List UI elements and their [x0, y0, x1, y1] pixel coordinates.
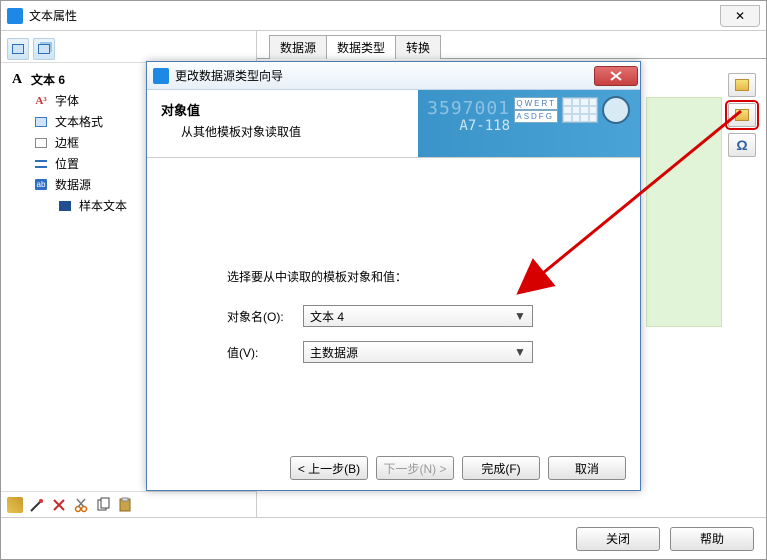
font-icon: A³ — [33, 94, 49, 108]
row-value: 值(V): 主数据源 ▼ — [227, 341, 610, 363]
main-window: 文本属性 ✕ A 文本 6 A³ 字体 文本 — [0, 0, 767, 560]
finish-button[interactable]: 完成(F) — [462, 456, 540, 480]
dialog-titlebar: 更改数据源类型向导 — [147, 62, 640, 90]
banner-decoration-number: 3597001 — [427, 98, 510, 119]
dialog-title: 更改数据源类型向导 — [175, 67, 283, 84]
keyboard-icon: ASDFG — [514, 110, 558, 123]
text-icon: A — [9, 73, 25, 87]
sample-icon — [57, 199, 73, 213]
tree-item-label: 数据源 — [55, 176, 91, 193]
delete-icon[interactable] — [51, 497, 67, 513]
border-icon — [33, 136, 49, 150]
value-label: 值(V): — [227, 344, 291, 361]
left-toolbar — [1, 35, 256, 63]
wizard-icon — [735, 79, 749, 91]
combo-value: 主数据源 — [310, 344, 358, 361]
cut-icon[interactable] — [73, 497, 89, 513]
wizard-dialog: 更改数据源类型向导 对象值 从其他模板对象读取值 3597001 A7-118 … — [146, 61, 641, 491]
object-label: 对象名(O): — [227, 308, 291, 325]
titlebar: 文本属性 ✕ — [1, 1, 766, 31]
tab-label: 数据类型 — [337, 41, 385, 55]
banner-decoration-a7: A7-118 — [459, 118, 510, 134]
cancel-button[interactable]: 取消 — [548, 456, 626, 480]
omega-icon: Ω — [736, 137, 747, 153]
chevron-down-icon: ▼ — [512, 309, 528, 323]
clock-icon — [602, 96, 630, 124]
paste-icon[interactable] — [117, 497, 133, 513]
combo-value: 文本 4 — [310, 308, 344, 325]
tree-item-label: 字体 — [55, 92, 79, 109]
bottom-toolbar — [1, 491, 257, 517]
side-icon-1[interactable] — [728, 73, 756, 97]
wand-icon[interactable] — [7, 497, 23, 513]
tree-item-label: 文本格式 — [55, 113, 103, 130]
tree-item-label: 样本文本 — [79, 197, 127, 214]
tree-root-label: 文本 6 — [31, 71, 65, 88]
textformat-icon — [33, 115, 49, 129]
tab-transform[interactable]: 转换 — [395, 35, 441, 59]
dialog-footer: < 上一步(B) 下一步(N) > 完成(F) 取消 — [290, 456, 626, 480]
toolbar-btn-2[interactable] — [33, 38, 55, 60]
tab-label: 转换 — [406, 41, 430, 55]
position-icon — [33, 157, 49, 171]
tree-item-label: 位置 — [55, 155, 79, 172]
grid-icon — [562, 97, 598, 123]
keyboard-icon: QWERT — [514, 97, 558, 110]
tab-datatype[interactable]: 数据类型 — [326, 35, 396, 59]
back-button[interactable]: < 上一步(B) — [290, 456, 368, 480]
tree-item-label: 边框 — [55, 134, 79, 151]
close-icon: ✕ — [735, 9, 745, 23]
window-title: 文本属性 — [29, 7, 77, 24]
value-combo[interactable]: 主数据源 ▼ — [303, 341, 533, 363]
close-icon — [610, 71, 622, 81]
db-icon — [12, 44, 24, 54]
datasource-icon: ab — [33, 178, 49, 192]
banner-decoration: QWERT ASDFG — [514, 96, 630, 124]
next-button: 下一步(N) > — [376, 456, 454, 480]
tabs: 数据源 数据类型 转换 — [257, 35, 766, 59]
window-close-button[interactable]: ✕ — [720, 5, 760, 27]
side-icons: Ω — [728, 73, 756, 157]
wand2-icon[interactable] — [29, 497, 45, 513]
copy-icon[interactable] — [95, 497, 111, 513]
db-multi-icon — [38, 44, 50, 54]
footer: 关闭 帮助 — [1, 517, 766, 559]
object-combo[interactable]: 文本 4 ▼ — [303, 305, 533, 327]
preview-strip — [646, 97, 722, 327]
toolbar-btn-1[interactable] — [7, 38, 29, 60]
side-icon-omega[interactable]: Ω — [728, 133, 756, 157]
close-button[interactable]: 关闭 — [576, 527, 660, 551]
tab-datasource[interactable]: 数据源 — [269, 35, 327, 59]
side-icon-2[interactable] — [728, 103, 756, 127]
dialog-body: 选择要从中读取的模板对象和值： 对象名(O): 文本 4 ▼ 值(V): 主数据… — [147, 158, 640, 387]
dialog-close-button[interactable] — [594, 66, 638, 86]
wizard-icon — [735, 109, 749, 121]
help-button[interactable]: 帮助 — [670, 527, 754, 551]
app-icon — [153, 68, 169, 84]
app-icon — [7, 8, 23, 24]
dialog-banner: 对象值 从其他模板对象读取值 3597001 A7-118 QWERT ASDF… — [147, 90, 640, 158]
chevron-down-icon: ▼ — [512, 345, 528, 359]
row-object: 对象名(O): 文本 4 ▼ — [227, 305, 610, 327]
tab-label: 数据源 — [280, 41, 316, 55]
instruction-text: 选择要从中读取的模板对象和值： — [227, 268, 610, 285]
